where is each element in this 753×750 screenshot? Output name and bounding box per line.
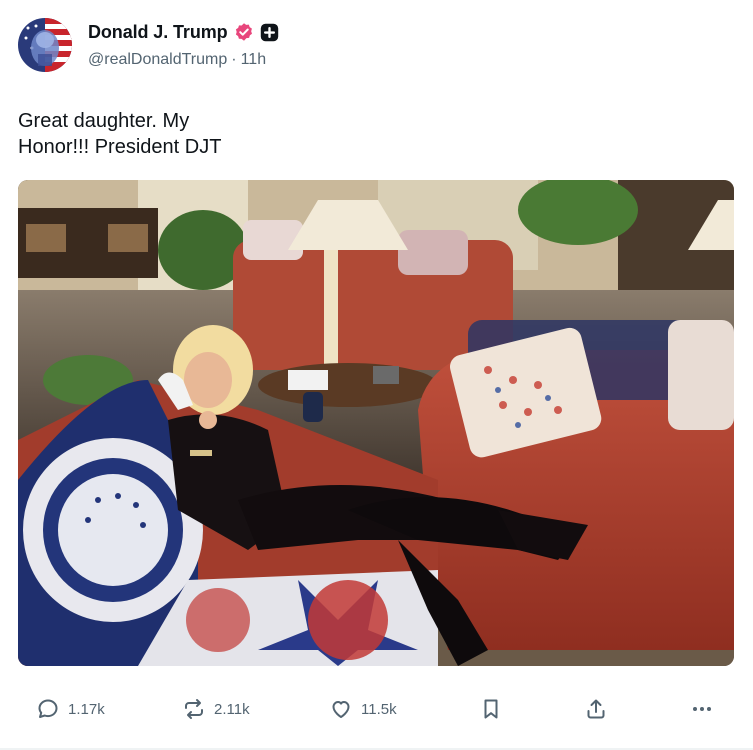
share-button[interactable] — [584, 692, 608, 726]
post: Donald J. Trump @realDonaldTrump · 11h G… — [0, 0, 753, 750]
author-meta: @realDonaldTrump · 11h — [88, 51, 266, 69]
reply-button[interactable]: 1.17k — [36, 692, 105, 726]
post-text: Great daughter. My Honor!!! President DJ… — [18, 108, 378, 160]
more-options-button[interactable] — [690, 692, 714, 726]
photo-woman-on-sofa-image — [18, 180, 734, 666]
author-display-name[interactable]: Donald J. Trump — [88, 22, 228, 43]
retruth-button[interactable]: 2.11k — [182, 692, 250, 726]
action-bar: 1.17k 2.11k 11.5k — [0, 692, 753, 726]
comment-icon — [38, 699, 58, 718]
avatar[interactable] — [18, 18, 72, 72]
flag-portrait-avatar-icon — [18, 18, 72, 72]
post-media[interactable] — [18, 180, 734, 666]
bookmark-icon — [484, 699, 498, 719]
reply-count: 1.17k — [68, 700, 105, 718]
post-text-line: Great daughter. My — [18, 110, 190, 132]
author-row: Donald J. Trump — [88, 20, 279, 44]
repost-icon — [185, 699, 203, 719]
post-text-line: Honor!!! President DJT — [18, 136, 222, 158]
post-timestamp[interactable]: 11h — [241, 51, 267, 69]
like-count: 11.5k — [361, 700, 397, 718]
bookmark-button[interactable] — [479, 692, 503, 726]
meta-separator: · — [231, 51, 237, 68]
retruth-count: 2.11k — [214, 700, 250, 718]
share-icon — [587, 699, 605, 719]
more-dots-icon — [693, 707, 711, 711]
verified-badge-icon — [235, 23, 252, 41]
heart-icon — [332, 701, 350, 718]
plus-badge-icon — [260, 23, 278, 41]
like-button[interactable]: 11.5k — [329, 692, 397, 726]
author-handle[interactable]: @realDonaldTrump — [88, 51, 227, 69]
